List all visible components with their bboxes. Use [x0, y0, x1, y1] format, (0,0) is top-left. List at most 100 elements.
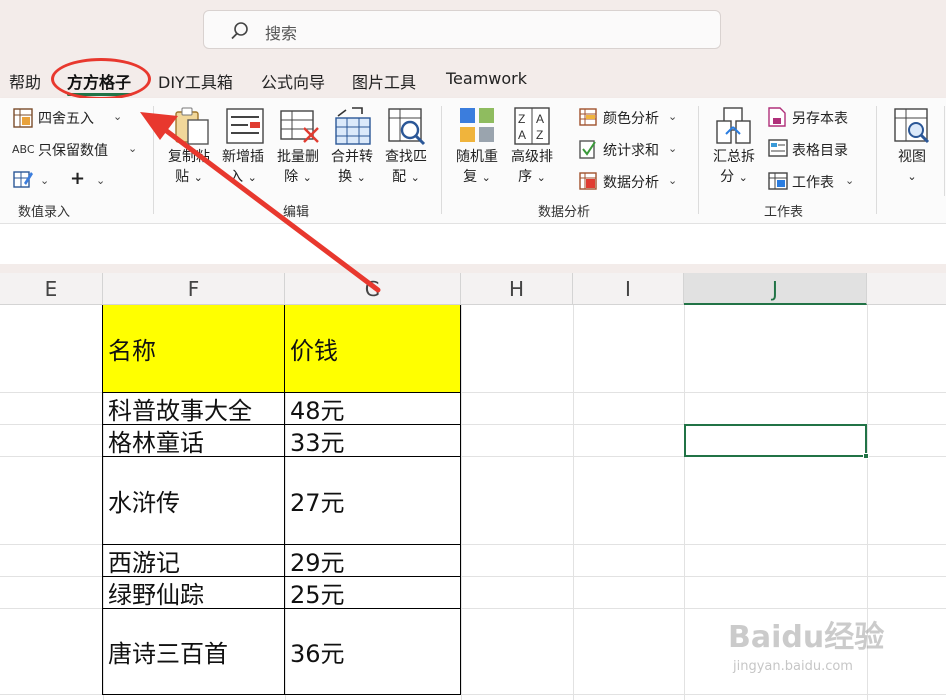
advanced-sort-label-1: 高级排 [511, 149, 553, 165]
save-as-button[interactable]: 另存本表 [792, 108, 848, 128]
view-button[interactable]: 视图 ⌄ [888, 147, 936, 187]
cell-g-header[interactable]: 价钱 [285, 305, 461, 392]
summarize-split-label-1: 汇总拆 [713, 149, 755, 165]
save-as-icon [768, 107, 786, 127]
chevron-down-icon[interactable]: ⌄ [113, 110, 122, 123]
column-header-j[interactable]: J [684, 273, 867, 305]
color-analysis-icon [579, 108, 597, 126]
table-row-price[interactable]: 29元 [285, 544, 461, 577]
stat-sum-icon [579, 140, 596, 159]
merge-convert-label-2: 换 ⌄ [338, 169, 366, 185]
group-separator [698, 106, 699, 214]
column-header-f[interactable]: F [103, 273, 285, 305]
chevron-down-icon[interactable]: ⌄ [668, 174, 677, 187]
ribbon-panel: 四舍五入 ⌄ ABC 只保留数值 ⌄ ⌄ + ⌄ 数值录入 复制粘 贴 ⌄ 新增… [0, 98, 946, 224]
search-icon [231, 22, 248, 40]
batch-delete-icon [280, 110, 319, 143]
insert-new-label-1: 新增插 [222, 149, 264, 165]
table-border [102, 456, 461, 457]
grid-line [461, 305, 462, 700]
table-border [102, 694, 461, 695]
table-border [102, 544, 461, 545]
batch-delete-button[interactable]: 批量删 除 ⌄ [273, 147, 323, 188]
chevron-down-icon[interactable]: ⌄ [668, 110, 677, 123]
cell-f-header[interactable]: 名称 [103, 305, 285, 392]
chevron-down-icon[interactable]: ⌄ [668, 142, 677, 155]
sheet-index-button[interactable]: 表格目录 [792, 140, 848, 160]
table-border [102, 424, 461, 425]
table-row-price[interactable]: 25元 [285, 576, 461, 609]
group-separator [441, 106, 442, 214]
grid-line [573, 305, 574, 700]
selected-cell[interactable] [684, 424, 867, 457]
view-label: 视图 [898, 149, 926, 165]
keep-value-button[interactable]: 只保留数值 [38, 140, 108, 160]
group-separator [876, 106, 877, 214]
chevron-down-icon[interactable]: ⌄ [40, 174, 49, 187]
round-button[interactable]: 四舍五入 [38, 108, 94, 128]
table-border [284, 305, 285, 695]
find-match-label-2: 配 ⌄ [392, 169, 420, 185]
search-box[interactable]: 搜索 [203, 10, 721, 49]
watermark-url: jingyan.baidu.com [733, 659, 853, 674]
merge-convert-button[interactable]: 合并转 换 ⌄ [327, 147, 377, 188]
table-row-name[interactable]: 水浒传 [103, 456, 285, 544]
tab-formula-wizard[interactable]: 公式向导 [261, 69, 325, 93]
find-match-icon [388, 108, 426, 146]
column-header-i[interactable]: I [573, 273, 684, 305]
watermark-logo: Baidu经验 [728, 620, 885, 655]
group-separator [944, 106, 945, 196]
tab-teamwork[interactable]: Teamwork [446, 69, 527, 88]
column-header-h[interactable]: H [461, 273, 573, 305]
round-icon [13, 108, 33, 128]
svg-text:Z: Z [536, 128, 543, 142]
tab-image-tools[interactable]: 图片工具 [352, 69, 416, 93]
fill-handle[interactable] [863, 453, 869, 459]
table-row-name[interactable]: 格林童话 [103, 424, 285, 457]
column-header-e[interactable]: E [0, 273, 103, 305]
random-repeat-button[interactable]: 随机重 复 ⌄ [452, 147, 502, 188]
svg-text:A: A [536, 112, 544, 126]
group-label-worksheet: 工作表 [764, 205, 804, 220]
copy-paste-icon [175, 107, 209, 145]
chevron-down-icon[interactable]: ⌄ [96, 174, 105, 187]
svg-text:Z: Z [518, 112, 525, 126]
find-match-label-1: 查找匹 [385, 149, 427, 165]
table-row-price[interactable]: 27元 [285, 456, 461, 544]
column-header-k[interactable] [867, 273, 946, 305]
chevron-down-icon[interactable]: ⌄ [128, 142, 137, 155]
tab-help[interactable]: 帮助 [9, 69, 41, 93]
copy-paste-label-1: 复制粘 [168, 149, 210, 165]
summarize-split-button[interactable]: 汇总拆 分 ⌄ [709, 147, 759, 188]
copy-paste-button[interactable]: 复制粘 贴 ⌄ [166, 147, 212, 188]
table-row-name[interactable]: 科普故事大全 [103, 392, 285, 425]
table-row-name[interactable]: 唐诗三百首 [103, 608, 285, 694]
insert-new-button[interactable]: 新增插 入 ⌄ [218, 147, 268, 188]
table-border [102, 608, 461, 609]
table-row-price[interactable]: 48元 [285, 392, 461, 425]
merge-convert-icon [335, 107, 371, 145]
table-row-name[interactable]: 绿野仙踪 [103, 576, 285, 609]
data-analysis-button[interactable]: 数据分析 [603, 172, 659, 192]
chevron-down-icon: ⌄ [907, 170, 917, 183]
table-row-price[interactable]: 36元 [285, 608, 461, 694]
table-row-price[interactable]: 33元 [285, 424, 461, 457]
group-label-edit: 编辑 [283, 205, 310, 220]
plus-button[interactable]: + [70, 168, 85, 189]
table-border [102, 392, 461, 393]
worksheet-button[interactable]: 工作表 [792, 172, 834, 192]
chevron-down-icon[interactable]: ⌄ [845, 174, 854, 187]
column-header-g[interactable]: G [285, 273, 461, 305]
copy-paste-label-2: 贴 ⌄ [175, 169, 203, 185]
tab-diy-toolbox[interactable]: DIY工具箱 [158, 69, 233, 93]
table-row-name[interactable]: 西游记 [103, 544, 285, 577]
advanced-sort-label-2: 序 ⌄ [518, 169, 546, 185]
stat-sum-button[interactable]: 统计求和 [603, 140, 659, 160]
summarize-split-icon [716, 107, 751, 144]
sheet-index-icon [768, 139, 788, 157]
find-match-button[interactable]: 查找匹 配 ⌄ [381, 147, 431, 188]
search-placeholder: 搜索 [265, 24, 298, 43]
color-analysis-button[interactable]: 颜色分析 [603, 108, 659, 128]
formula-bar-area [0, 224, 946, 264]
advanced-sort-button[interactable]: 高级排 序 ⌄ [507, 147, 557, 188]
